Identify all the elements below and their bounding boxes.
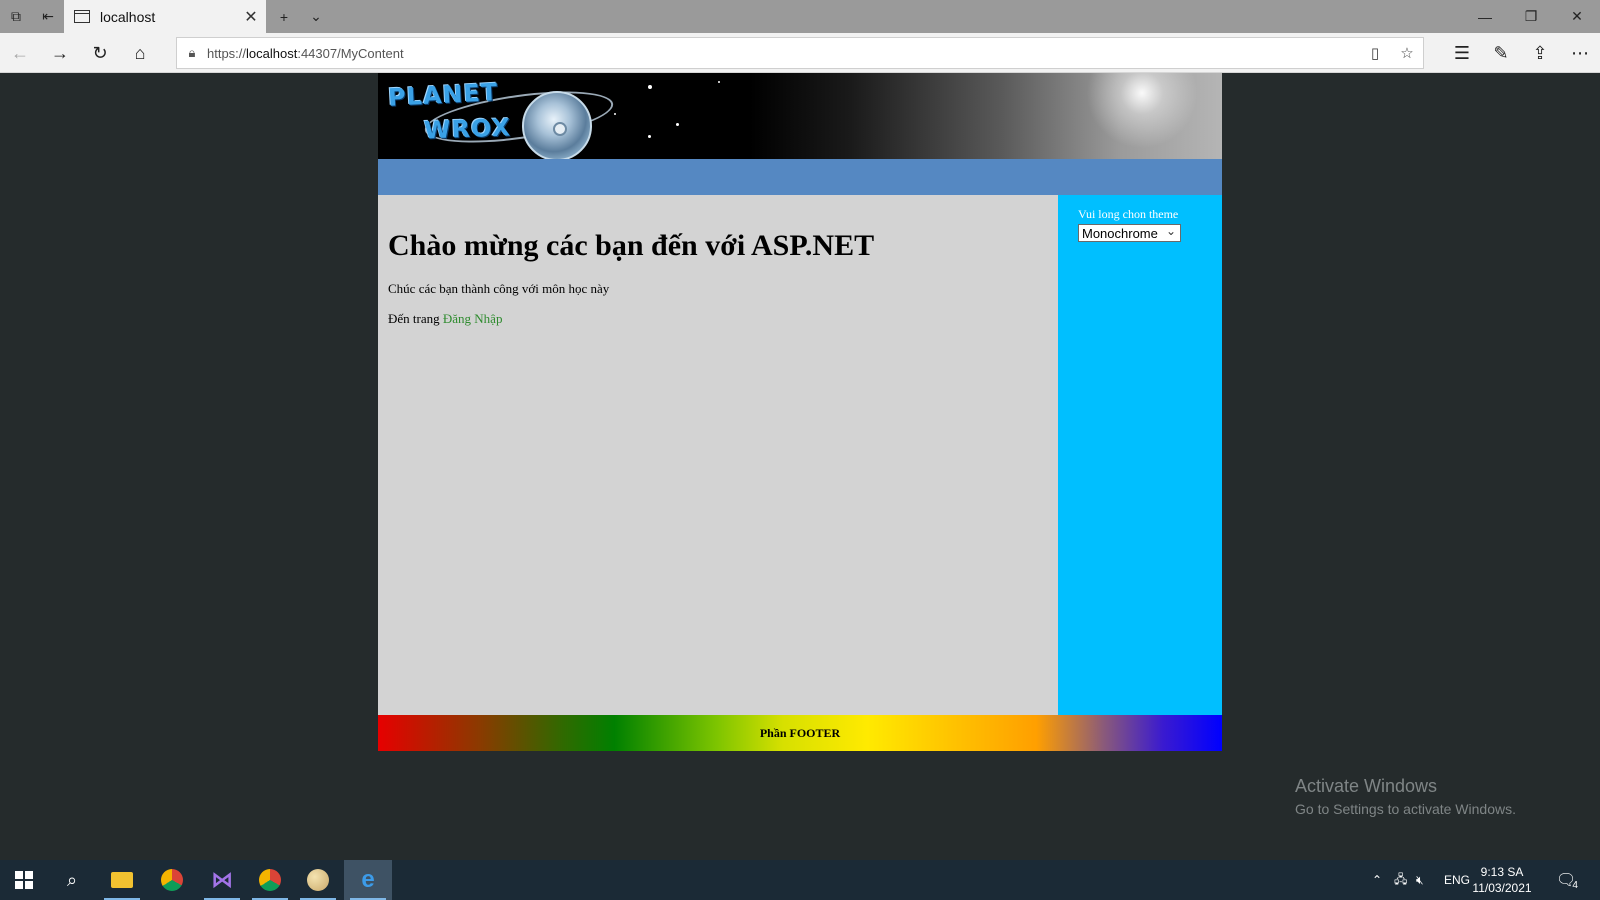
chevron-down-icon: ⌄ — [1165, 224, 1176, 238]
close-tab-icon[interactable]: ✕ — [236, 7, 266, 27]
sidebar: Vui long chon theme Monochrome ⌄ — [1058, 195, 1222, 715]
set-aside-tabs-icon[interactable]: ⇤ — [32, 0, 64, 33]
star — [676, 123, 679, 126]
activate-windows-watermark: Activate Windows Go to Settings to activ… — [1295, 776, 1516, 817]
url-scheme: https:// — [207, 45, 247, 61]
star — [648, 135, 651, 138]
planet-wrox-logo[interactable]: PLANET WROX — [384, 77, 624, 159]
tab-bar: ⧉ ⇤ localhost ✕ + ⌄ — ❐ ✕ — [0, 0, 1600, 33]
welcome-paragraph: Chúc các bạn thành công với môn học này — [388, 281, 610, 296]
address-bar[interactable]: 🔒︎ https://localhost:44307/MyContent ▯ ☆ — [176, 37, 1424, 69]
more-options-icon[interactable]: ⋯ — [1560, 33, 1600, 73]
site-footer: Phần FOOTER — [378, 715, 1222, 751]
url-path: :44307/MyContent — [297, 45, 404, 61]
volume-muted-icon[interactable]: 🔇︎ — [1416, 860, 1424, 900]
login-link[interactable]: Đăng Nhập — [443, 311, 503, 326]
taskbar: ⌕ ⋈ e ⌃ 🖧︎ 🔇︎ ENG 9:13 SA 11/03/2021 🗨︎ 4 — [0, 860, 1600, 900]
clock[interactable]: 9:13 SA 11/03/2021 — [1468, 864, 1536, 896]
new-tab-icon[interactable]: + — [268, 0, 300, 33]
chrome-icon-2[interactable] — [246, 860, 294, 900]
url-host: localhost — [246, 45, 298, 61]
watermark-subtitle: Go to Settings to activate Windows. — [1295, 801, 1516, 817]
language-indicator[interactable]: ENG — [1444, 860, 1470, 900]
file-explorer-icon[interactable] — [98, 860, 146, 900]
restore-icon[interactable]: ❐ — [1508, 0, 1554, 33]
close-window-icon[interactable]: ✕ — [1554, 0, 1600, 33]
visual-studio-icon[interactable]: ⋈ — [198, 860, 246, 900]
cd-disc-icon — [522, 91, 592, 159]
url-text[interactable]: https://localhost:44307/MyContent — [207, 46, 1359, 61]
share-icon[interactable]: ⇪ — [1520, 33, 1560, 73]
header-light-glow — [1082, 73, 1202, 153]
content-area: Chào mừng các bạn đến với ASP.NET Chúc c… — [378, 195, 1222, 715]
star — [718, 81, 720, 83]
menu-bar — [378, 159, 1222, 195]
tab-localhost[interactable]: localhost ✕ — [64, 0, 266, 33]
theme-label: Vui long chon theme — [1078, 207, 1179, 221]
notification-count: 4 — [1572, 879, 1578, 891]
reading-view-icon[interactable]: ▯ — [1359, 44, 1391, 62]
clock-time: 9:13 SA — [1480, 865, 1524, 879]
footer-text: Phần FOOTER — [759, 725, 841, 740]
tab-title: localhost — [100, 8, 156, 25]
star — [648, 85, 652, 89]
clock-date: 11/03/2021 — [1472, 881, 1532, 895]
login-line-prefix: Đến trang — [388, 311, 440, 326]
refresh-icon[interactable]: ↻ — [80, 33, 120, 73]
website: PLANET WROX Chào mừng các bạn đến với AS… — [378, 73, 1222, 751]
page-viewport: PLANET WROX Chào mừng các bạn đến với AS… — [0, 73, 1600, 860]
windows-start-icon[interactable] — [0, 860, 48, 900]
home-icon[interactable]: ⌂ — [120, 33, 160, 73]
favorites-hub-icon[interactable]: ☰ — [1442, 33, 1482, 73]
network-icon[interactable]: 🖧︎ — [1394, 860, 1407, 900]
action-center-icon[interactable]: 🗨︎ 4 — [1556, 860, 1578, 900]
show-hidden-icons-chevron-icon[interactable]: ⌃ — [1372, 860, 1382, 900]
logo-planet-text: PLANET — [387, 78, 499, 112]
theme-select[interactable]: Monochrome ⌄ — [1078, 224, 1181, 242]
main-content: Chào mừng các bạn đến với ASP.NET Chúc c… — [378, 195, 1058, 715]
watermark-title: Activate Windows — [1295, 776, 1438, 796]
back-icon[interactable]: ← — [0, 33, 40, 73]
page-title: Chào mừng các bạn đến với ASP.NET — [388, 229, 875, 262]
tab-actions-icon[interactable]: ⧉ — [0, 0, 32, 33]
logo-wrox-text: WROX — [423, 113, 512, 145]
forward-icon[interactable]: → — [40, 33, 80, 73]
page-icon — [74, 10, 90, 23]
tab-list-chevron-icon[interactable]: ⌄ — [300, 0, 332, 33]
minimize-icon[interactable]: — — [1462, 0, 1508, 33]
edge-icon[interactable]: e — [344, 860, 392, 900]
lock-icon[interactable]: 🔒︎ — [177, 45, 207, 61]
site-header: PLANET WROX — [378, 73, 1222, 159]
paint-icon[interactable] — [294, 860, 342, 900]
theme-selected-value: Monochrome — [1082, 225, 1158, 241]
login-line: Đến trang Đăng Nhập — [388, 311, 1048, 327]
chrome-icon[interactable] — [148, 860, 196, 900]
favorite-star-icon[interactable]: ☆ — [1391, 44, 1423, 62]
search-icon[interactable]: ⌕ — [48, 860, 96, 900]
web-note-icon[interactable]: ✎ — [1481, 33, 1521, 73]
navigation-bar: ← → ↻ ⌂ 🔒︎ https://localhost:44307/MyCon… — [0, 33, 1600, 73]
